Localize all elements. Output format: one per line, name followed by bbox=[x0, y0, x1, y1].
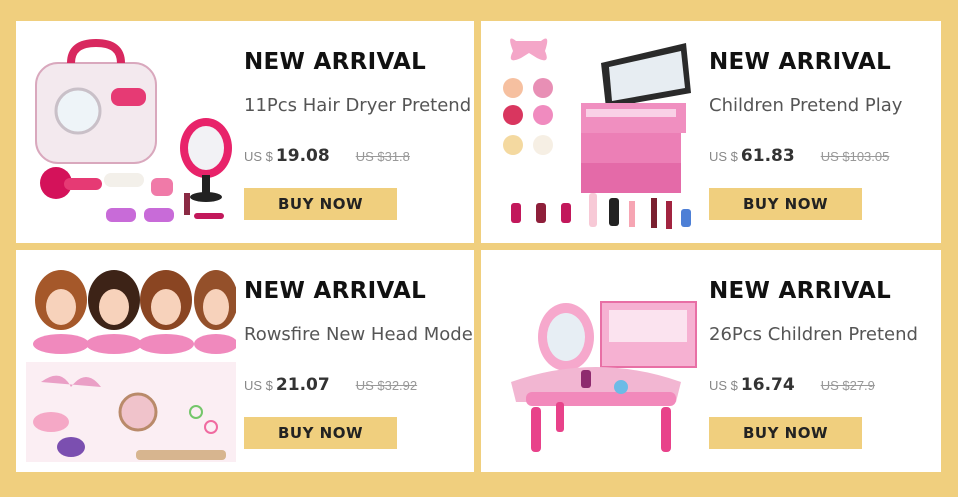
price-row: US $ 16.74 US $27.9 bbox=[709, 375, 875, 395]
hair-dryer-playset-icon[interactable] bbox=[26, 33, 236, 233]
product-badge: NEW ARRIVAL bbox=[709, 49, 892, 75]
vanity-table-icon[interactable] bbox=[491, 262, 701, 462]
currency-label: US $ bbox=[244, 378, 273, 393]
original-price: US $103.05 bbox=[820, 149, 890, 164]
product-name[interactable]: Children Pretend Play bbox=[709, 95, 902, 116]
product-badge: NEW ARRIVAL bbox=[709, 278, 892, 304]
product-card[interactable]: NEW ARRIVAL Rowsfire New Head Model US $… bbox=[16, 250, 474, 472]
currency-label: US $ bbox=[244, 149, 273, 164]
sale-price: 19.08 bbox=[275, 146, 330, 166]
buy-now-button[interactable]: BUY NOW bbox=[709, 417, 862, 449]
original-price: US $31.8 bbox=[355, 149, 410, 164]
price-row: US $ 19.08 US $31.8 bbox=[244, 146, 410, 166]
sale-price: 21.07 bbox=[275, 375, 330, 395]
makeup-box-icon[interactable] bbox=[491, 33, 701, 233]
buy-now-button[interactable]: BUY NOW bbox=[709, 188, 862, 220]
product-card[interactable]: NEW ARRIVAL 26Pcs Children Pretend US $ … bbox=[481, 250, 941, 472]
product-card[interactable]: NEW ARRIVAL Children Pretend Play US $ 6… bbox=[481, 21, 941, 243]
currency-label: US $ bbox=[709, 149, 738, 164]
sale-price: 16.74 bbox=[740, 375, 795, 395]
original-price: US $32.92 bbox=[355, 378, 418, 393]
buy-now-button[interactable]: BUY NOW bbox=[244, 417, 397, 449]
doll-head-icon[interactable] bbox=[26, 262, 238, 462]
product-name[interactable]: 11Pcs Hair Dryer Pretend bbox=[244, 95, 471, 116]
buy-now-button[interactable]: BUY NOW bbox=[244, 188, 397, 220]
product-badge: NEW ARRIVAL bbox=[244, 49, 427, 75]
product-card[interactable]: NEW ARRIVAL 11Pcs Hair Dryer Pretend US … bbox=[16, 21, 474, 243]
sale-price: 61.83 bbox=[740, 146, 795, 166]
price-row: US $ 61.83 US $103.05 bbox=[709, 146, 889, 166]
currency-label: US $ bbox=[709, 378, 738, 393]
product-badge: NEW ARRIVAL bbox=[244, 278, 427, 304]
price-row: US $ 21.07 US $32.92 bbox=[244, 375, 417, 395]
product-name[interactable]: Rowsfire New Head Model bbox=[244, 324, 474, 345]
original-price: US $27.9 bbox=[820, 378, 875, 393]
product-name[interactable]: 26Pcs Children Pretend bbox=[709, 324, 918, 345]
